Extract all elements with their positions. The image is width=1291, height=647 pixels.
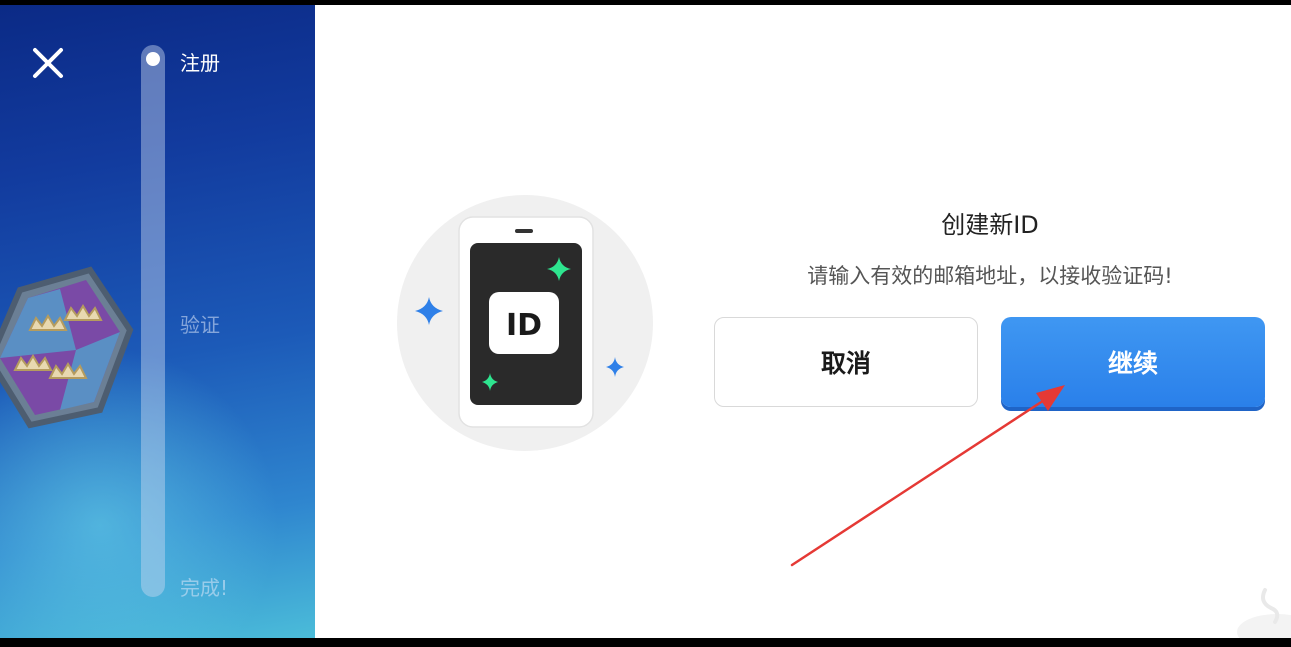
registration-screen: 注册 验证 完成! ID 创建新ID 请输入有效的邮箱地址，以接收验证码! 取消… (0, 5, 1291, 638)
step-done-label: 完成! (180, 576, 229, 600)
clan-badge-icon (0, 266, 134, 429)
watermark-icon (1237, 588, 1291, 638)
continue-button-label: 继续 (1107, 349, 1158, 378)
close-icon[interactable] (30, 45, 66, 81)
progress-track (141, 45, 165, 597)
continue-button[interactable]: 继续 (1001, 317, 1265, 407)
dialog-description: 请输入有效的邮箱地址，以接收验证码! (807, 264, 1173, 288)
phone-id-icon: ID (415, 216, 624, 428)
cancel-button-label: 取消 (820, 349, 871, 378)
cancel-button[interactable]: 取消 (714, 317, 978, 407)
progress-indicator (146, 52, 160, 66)
step-verify-label: 验证 (180, 313, 220, 337)
id-text: ID (506, 308, 542, 343)
progress-sidebar: 注册 验证 完成! (0, 5, 315, 638)
step-register-label: 注册 (180, 51, 220, 75)
dialog-title: 创建新ID (941, 211, 1039, 239)
